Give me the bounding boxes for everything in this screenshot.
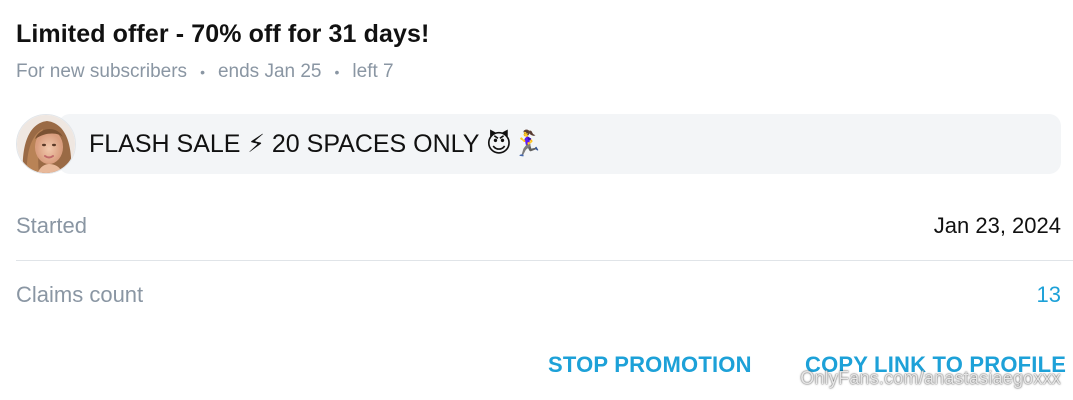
started-value: Jan 23, 2024 xyxy=(933,213,1061,238)
meta-separator: • xyxy=(334,64,340,80)
claims-count-link[interactable]: 13 xyxy=(1037,282,1061,308)
offer-remaining: left 7 xyxy=(352,61,394,82)
meta-separator: • xyxy=(200,64,205,80)
profile-photo-avatar-icon xyxy=(17,115,75,173)
offer-title: Limited offer - 70% off for 31 days! xyxy=(16,20,430,48)
offer-audience: For new subscribers xyxy=(16,61,188,82)
offer-end-date: ends Jan 25 xyxy=(217,61,322,82)
divider xyxy=(16,260,1073,261)
promo-message-row: FLASH SALE ⚡ 20 SPACES ONLY 😈🏃‍♀️ xyxy=(16,114,1061,174)
avatar[interactable] xyxy=(16,114,76,174)
stop-promotion-button[interactable]: STOP PROMOTION xyxy=(548,352,752,378)
message-text: FLASH SALE ⚡ 20 SPACES ONLY 😈🏃‍♀️ xyxy=(89,130,544,158)
message-bubble: FLASH SALE ⚡ 20 SPACES ONLY 😈🏃‍♀️ xyxy=(58,114,1061,174)
watermark: OnlyFans.com/anastasiaegoxxx xyxy=(800,368,1061,388)
started-label: Started xyxy=(16,213,87,238)
offer-meta: For new subscribers • ends Jan 25 • left… xyxy=(16,61,394,83)
claims-label: Claims count xyxy=(16,282,144,307)
